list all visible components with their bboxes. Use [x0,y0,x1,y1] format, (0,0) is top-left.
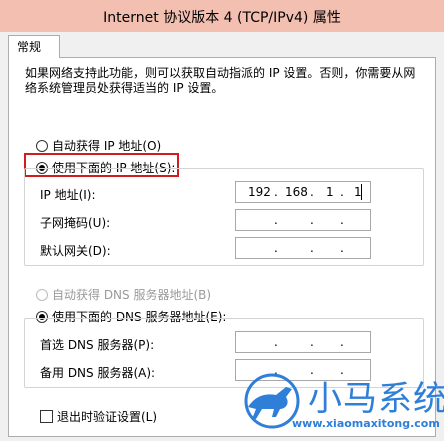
default-gateway-input[interactable]: . . . [235,237,371,259]
watermark: 小马系统 www.xiaomaxitong.com [232,367,444,439]
validate-on-exit-checkbox[interactable]: 退出时验证设置(L) [40,408,157,425]
checkbox-unchecked-icon [40,410,53,423]
title-bar[interactable]: Internet 协议版本 4 (TCP/IPv4) 属性 [0,0,444,32]
preferred-dns-label: 首选 DNS 服务器(P): [40,338,155,352]
preferred-dns-input[interactable]: . . . [235,331,371,353]
default-gateway-label: 默认网关(D): [40,244,111,258]
text-cursor [361,184,362,200]
octet: 192 [248,185,271,199]
auto-dns-label: 自动获得 DNS 服务器地址(B) [52,288,212,302]
subnet-mask-label: 子网掩码(U): [40,216,111,230]
radio-unchecked-icon [36,139,48,152]
auto-ip-label: 自动获得 IP 地址(O) [52,139,162,153]
watermark-url: www.xiaomaxitong.com [292,417,440,430]
alternate-dns-label: 备用 DNS 服务器(A): [40,366,156,380]
window-title: Internet 协议版本 4 (TCP/IPv4) 属性 [103,10,341,26]
octet: 168 [285,185,308,199]
ip-address-label: IP 地址(I): [40,188,96,202]
subnet-mask-input[interactable]: . . . [235,209,371,231]
description-text: 如果网络支持此功能，则可以获取自动指派的 IP 设置。否则，你需要从网络系统管理… [25,66,416,95]
validate-label: 退出时验证设置(L) [57,410,158,424]
watermark-brand: 小马系统 [308,379,444,419]
auto-dns-radio[interactable]: 自动获得 DNS 服务器地址(B) [36,286,211,303]
ip-address-input[interactable]: 192 . 168 . 1 . 1 [235,181,371,203]
octet: 1 [326,185,334,199]
auto-ip-radio[interactable]: 自动获得 IP 地址(O) [36,137,161,154]
radio-unchecked-icon [36,288,48,301]
tab-general[interactable]: 常规 [8,35,60,58]
